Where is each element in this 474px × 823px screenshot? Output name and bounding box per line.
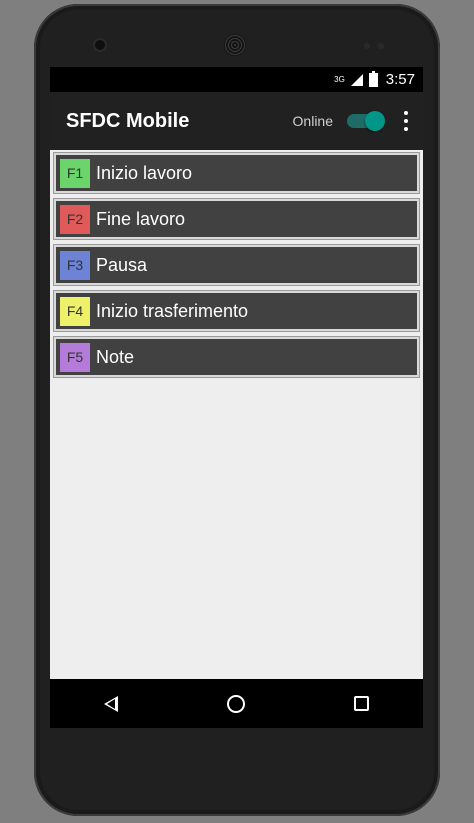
- list-item-inizio-lavoro[interactable]: F1 Inizio lavoro: [54, 153, 419, 193]
- earpiece-speaker: [224, 34, 246, 56]
- list-item-note[interactable]: F5 Note: [54, 337, 419, 377]
- recents-icon[interactable]: [353, 696, 369, 711]
- key-badge: F2: [60, 204, 90, 234]
- list-item-inizio-trasferimento[interactable]: F4 Inizio trasferimento: [54, 291, 419, 331]
- app-bar: SFDC Mobile Online: [50, 92, 423, 150]
- overflow-menu-icon[interactable]: [399, 110, 413, 132]
- list-item-label: Fine lavoro: [96, 208, 186, 229]
- signal-icon: [350, 73, 363, 86]
- proximity-sensor: [364, 43, 370, 49]
- list-item-label: Pausa: [96, 254, 148, 275]
- battery-icon: [368, 70, 378, 87]
- list-item-fine-lavoro[interactable]: F2 Fine lavoro: [54, 199, 419, 239]
- list-item-label: Note: [96, 346, 135, 367]
- online-label: Online: [292, 113, 333, 129]
- app-title: SFDC Mobile: [66, 109, 190, 132]
- list-item-label: Inizio lavoro: [96, 162, 193, 183]
- back-icon[interactable]: [104, 695, 119, 712]
- action-list: F1 Inizio lavoro F2 Fine lavoro F3 Pausa…: [50, 150, 423, 377]
- light-sensor: [378, 43, 384, 49]
- home-icon[interactable]: [226, 694, 245, 713]
- list-item-label: Inizio trasferimento: [96, 300, 249, 321]
- front-camera: [95, 40, 105, 50]
- key-badge: F3: [60, 250, 90, 280]
- key-badge: F1: [60, 158, 90, 188]
- status-bar: 3G 3:57: [50, 67, 423, 92]
- online-toggle[interactable]: [347, 111, 385, 131]
- network-type: 3G: [334, 75, 345, 84]
- status-time: 3:57: [385, 71, 415, 88]
- screen: 3G 3:57 SFDC Mobile Online F1 Inizio lav…: [50, 67, 423, 679]
- key-badge: F5: [60, 342, 90, 372]
- navigation-bar: [50, 679, 423, 728]
- key-badge: F4: [60, 296, 90, 326]
- list-item-pausa[interactable]: F3 Pausa: [54, 245, 419, 285]
- toggle-knob: [365, 111, 385, 131]
